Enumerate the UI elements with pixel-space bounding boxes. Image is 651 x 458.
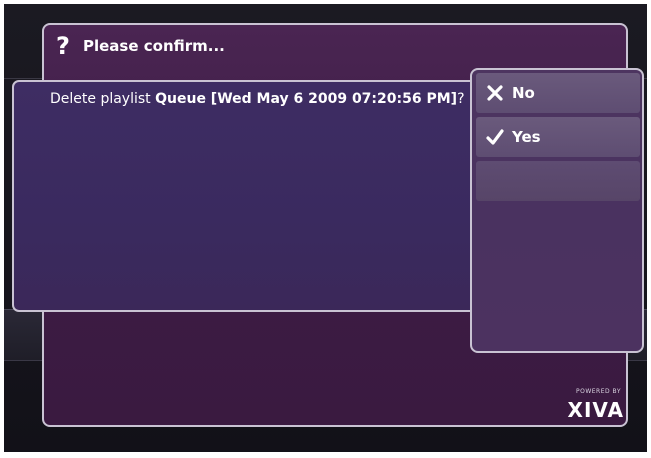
dialog-title: Please confirm...	[83, 37, 225, 55]
x-icon	[486, 84, 504, 102]
screen: ? Please confirm... Delete playlist Queu…	[4, 4, 647, 452]
confirm-message: Delete playlist Queue [Wed May 6 2009 07…	[50, 91, 475, 108]
powered-by-text: POWERED BY	[575, 388, 621, 395]
check-icon	[486, 128, 504, 146]
message-panel: Delete playlist Queue [Wed May 6 2009 07…	[12, 80, 490, 312]
no-button[interactable]: No	[476, 73, 640, 113]
message-prefix: Delete playlist	[50, 91, 156, 107]
xiva-logo: XIVA	[567, 398, 624, 422]
question-mark-icon: ?	[56, 32, 70, 60]
no-label: No	[512, 84, 535, 102]
yes-label: Yes	[512, 128, 541, 146]
empty-option[interactable]	[476, 161, 640, 201]
message-suffix: ?	[457, 91, 465, 107]
playlist-name: Queue [Wed May 6 2009 07:20:56 PM]	[155, 91, 458, 107]
yes-button[interactable]: Yes	[476, 117, 640, 157]
options-menu: No Yes	[470, 68, 644, 353]
dialog-header: ? Please confirm...	[56, 33, 225, 59]
